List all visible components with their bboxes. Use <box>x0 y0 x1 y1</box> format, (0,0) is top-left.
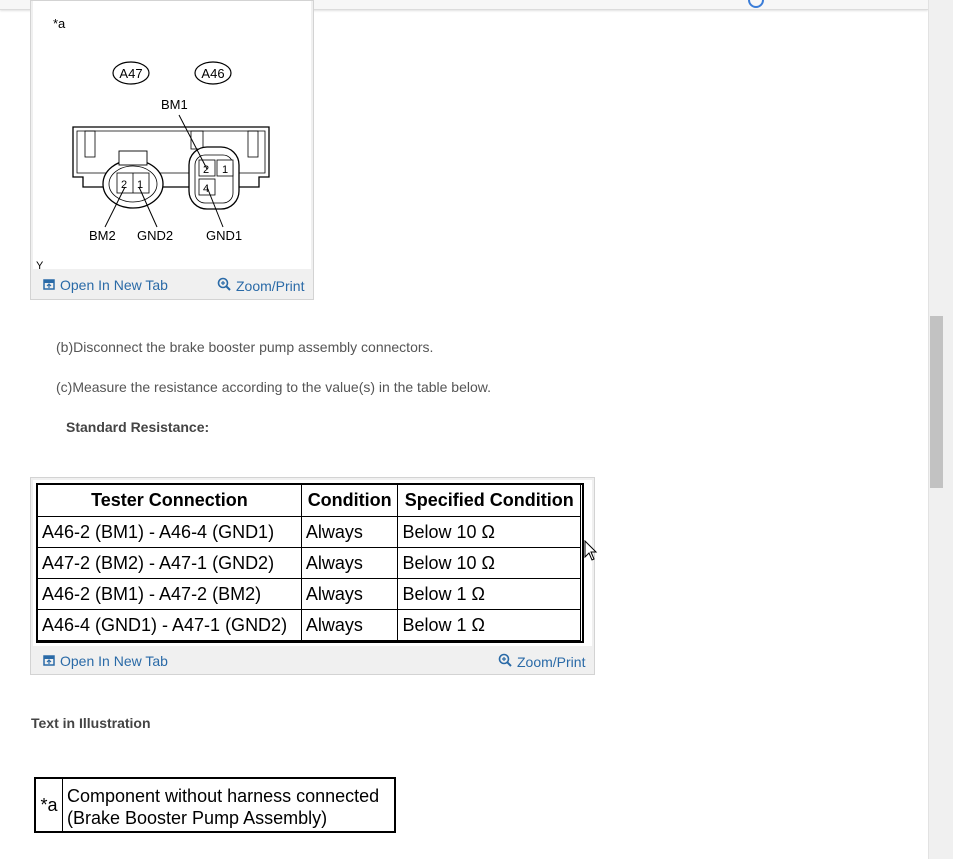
scrollbar-thumb[interactable] <box>930 316 943 488</box>
mouse-cursor-icon <box>584 540 598 561</box>
table-canvas: Tester Connection Condition Specified Co… <box>33 480 592 646</box>
resistance-table-figure: Tester Connection Condition Specified Co… <box>30 477 595 675</box>
text-in-illustration-heading: Text in Illustration <box>31 715 151 731</box>
table-row: A46-4 (GND1) - A47-1 (GND2) Always Below… <box>37 609 581 641</box>
resistance-table: Tester Connection Condition Specified Co… <box>37 484 581 641</box>
connector-a46-label: A46 <box>201 66 224 81</box>
svg-text:1: 1 <box>222 164 228 176</box>
bm2-label: BM2 <box>89 228 116 243</box>
new-tab-icon <box>43 279 55 290</box>
new-tab-icon <box>43 655 55 666</box>
value-line-1: Component without harness connected <box>67 786 380 806</box>
zoom-print-label: Zoom/Print <box>517 654 586 670</box>
value-cell: Component without harness connected (Bra… <box>63 779 379 831</box>
step-b-text: (b)Disconnect the brake booster pump ass… <box>56 339 434 355</box>
header-tester-connection: Tester Connection <box>37 484 302 517</box>
zoom-print-link[interactable]: Zoom/Print <box>217 274 304 294</box>
zoom-print-label: Zoom/Print <box>236 278 305 294</box>
step-c-text: (c)Measure the resistance according to t… <box>56 379 492 395</box>
table-open-in-new-tab-link[interactable]: Open In New Tab <box>43 653 168 669</box>
connector-diagram: *a A47 A46 BM1 2 1 2 1 4 BM2 GND2 GND1 Y <box>36 16 270 269</box>
zoom-icon <box>498 653 512 667</box>
value-line-2: (Brake Booster Pump Assembly) <box>67 808 328 828</box>
connector-figure: *a A47 A46 BM1 2 1 2 1 4 BM2 GND2 GND1 Y… <box>30 0 314 300</box>
table-zoom-print-link[interactable]: Zoom/Print <box>498 650 585 670</box>
gnd2-label: GND2 <box>137 228 173 243</box>
standard-resistance-label: Standard Resistance: <box>66 419 210 435</box>
open-in-new-tab-link[interactable]: Open In New Tab <box>43 277 168 293</box>
zoom-icon <box>217 277 231 291</box>
open-in-new-tab-label: Open In New Tab <box>60 653 168 669</box>
table-row: A47-2 (BM2) - A47-1 (GND2) Always Below … <box>37 547 581 579</box>
table-row: A46-2 (BM1) - A47-2 (BM2) Always Below 1… <box>37 578 581 610</box>
header-condition: Condition <box>300 484 399 517</box>
toolbar-circle-icon[interactable] <box>748 0 764 8</box>
figure-code-label: Y <box>36 260 44 269</box>
figure-canvas: *a A47 A46 BM1 2 1 2 1 4 BM2 GND2 GND1 Y <box>33 1 311 269</box>
bm1-label: BM1 <box>161 97 188 112</box>
illustration-key-table: *a Component without harness connected (… <box>34 777 396 833</box>
open-in-new-tab-label: Open In New Tab <box>60 277 168 293</box>
corner-label: *a <box>53 16 66 31</box>
connector-a47-label: A47 <box>119 66 142 81</box>
table-header-row: Tester Connection Condition Specified Co… <box>37 484 581 517</box>
header-specified-condition: Specified Condition <box>397 484 581 517</box>
key-cell: *a <box>36 779 63 831</box>
table-border: Tester Connection Condition Specified Co… <box>36 483 584 643</box>
table-row: A46-2 (BM1) - A46-4 (GND1) Always Below … <box>37 516 581 548</box>
gnd1-label: GND1 <box>206 228 242 243</box>
svg-text:2: 2 <box>203 164 209 176</box>
